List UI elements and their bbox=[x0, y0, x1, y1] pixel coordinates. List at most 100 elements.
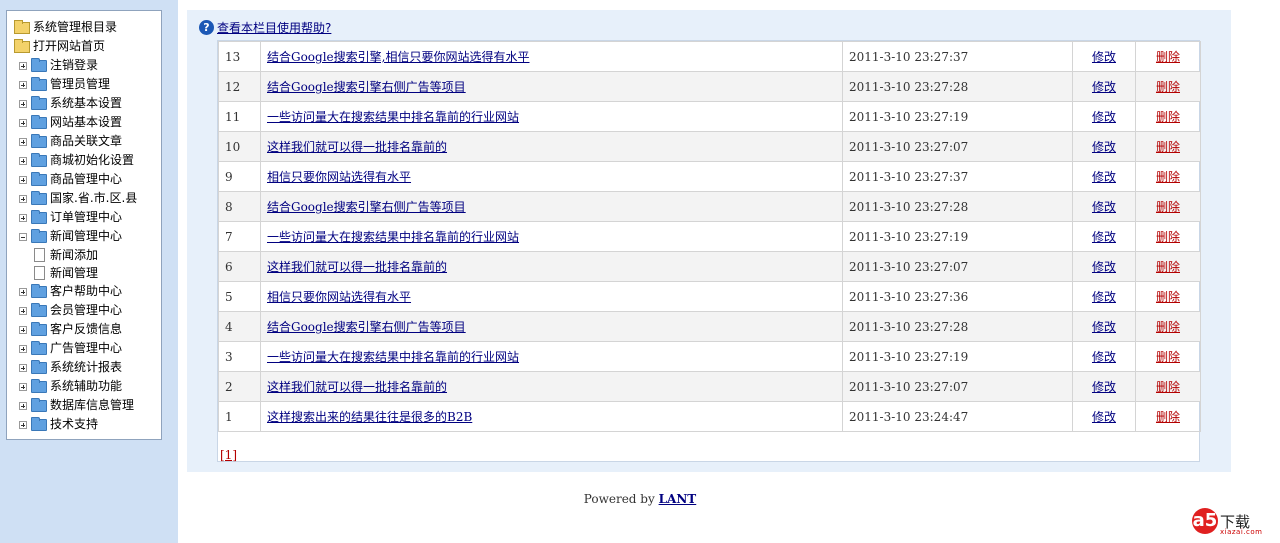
nav-tree: 系统管理根目录 打开网站首页 注销登录 管理员管理 系统基本设置 网站基本设置 商品关联… bbox=[6, 10, 162, 440]
news-title-link[interactable]: 这样搜索出来的结果往往是很多的B2B bbox=[267, 410, 472, 424]
expand-icon[interactable] bbox=[19, 363, 27, 372]
news-title-link[interactable]: 这样我们就可以得一批排名靠前的 bbox=[267, 260, 447, 274]
tree-root[interactable]: 系统管理根目录 bbox=[7, 18, 161, 37]
delete-cell: 删除 bbox=[1135, 311, 1201, 342]
edit-cell: 修改 bbox=[1072, 281, 1136, 312]
delete-cell: 删除 bbox=[1135, 371, 1201, 402]
collapse-icon[interactable] bbox=[19, 232, 27, 241]
expand-icon[interactable] bbox=[19, 420, 27, 429]
delete-link[interactable]: 删除 bbox=[1156, 260, 1180, 274]
news-title-link[interactable]: 一些访问量大在搜索结果中排名靠前的行业网站 bbox=[267, 230, 519, 244]
tree-item[interactable]: 技术支持 bbox=[7, 415, 161, 434]
news-title-link[interactable]: 结合Google搜索引擎右侧广告等项目 bbox=[267, 200, 466, 214]
edit-link[interactable]: 修改 bbox=[1092, 50, 1116, 64]
delete-link[interactable]: 删除 bbox=[1156, 140, 1180, 154]
tree-item[interactable]: 商城初始化设置 bbox=[7, 151, 161, 170]
tree-item[interactable]: 系统辅助功能 bbox=[7, 377, 161, 396]
edit-link[interactable]: 修改 bbox=[1092, 200, 1116, 214]
news-title-link[interactable]: 结合Google搜索引擎右侧广告等项目 bbox=[267, 80, 466, 94]
news-title-cell: 这样搜索出来的结果往往是很多的B2B bbox=[260, 401, 843, 432]
news-title-cell: 一些访问量大在搜索结果中排名靠前的行业网站 bbox=[260, 341, 843, 372]
news-title-link[interactable]: 这样我们就可以得一批排名靠前的 bbox=[267, 380, 447, 394]
expand-icon[interactable] bbox=[19, 213, 27, 222]
edit-link[interactable]: 修改 bbox=[1092, 320, 1116, 334]
edit-link[interactable]: 修改 bbox=[1092, 350, 1116, 364]
folder-icon bbox=[31, 171, 47, 186]
tree-item[interactable]: 会员管理中心 bbox=[7, 301, 161, 320]
news-time: 2011-3-10 23:27:28 bbox=[842, 191, 1073, 222]
content-area: ? 查看本栏目使用帮助? 13 结合Google搜索引擎,相信只要你网站选得有水平… bbox=[187, 10, 1231, 472]
news-title-link[interactable]: 相信只要你网站选得有水平 bbox=[267, 290, 411, 304]
delete-link[interactable]: 删除 bbox=[1156, 350, 1180, 364]
delete-link[interactable]: 删除 bbox=[1156, 320, 1180, 334]
tree-leaf[interactable]: 新闻添加 bbox=[7, 246, 161, 264]
tree-item[interactable]: 系统统计报表 bbox=[7, 358, 161, 377]
expand-icon[interactable] bbox=[19, 156, 27, 165]
edit-link[interactable]: 修改 bbox=[1092, 110, 1116, 124]
expand-icon[interactable] bbox=[19, 401, 27, 410]
expand-icon[interactable] bbox=[19, 344, 27, 353]
tree-item[interactable]: 新闻管理中心 bbox=[7, 227, 161, 246]
tree-item[interactable]: 管理员管理 bbox=[7, 75, 161, 94]
edit-link[interactable]: 修改 bbox=[1092, 140, 1116, 154]
expand-icon[interactable] bbox=[19, 118, 27, 127]
tree-item[interactable]: 网站基本设置 bbox=[7, 113, 161, 132]
table-row: 7 一些访问量大在搜索结果中排名靠前的行业网站 2011-3-10 23:27:19… bbox=[218, 221, 1201, 252]
expand-icon[interactable] bbox=[19, 175, 27, 184]
tree-item[interactable]: 国家.省.市.区.县 bbox=[7, 189, 161, 208]
expand-icon[interactable] bbox=[19, 194, 27, 203]
delete-link[interactable]: 删除 bbox=[1156, 290, 1180, 304]
delete-link[interactable]: 删除 bbox=[1156, 410, 1180, 424]
tree-item[interactable]: 注销登录 bbox=[7, 56, 161, 75]
edit-link[interactable]: 修改 bbox=[1092, 170, 1116, 184]
footer-link[interactable]: LANT bbox=[659, 492, 697, 506]
expand-icon[interactable] bbox=[19, 382, 27, 391]
page-link-current[interactable]: [1] bbox=[220, 448, 237, 462]
edit-link[interactable]: 修改 bbox=[1092, 290, 1116, 304]
delete-link[interactable]: 删除 bbox=[1156, 50, 1180, 64]
expand-icon[interactable] bbox=[19, 137, 27, 146]
folder-icon bbox=[31, 57, 47, 72]
delete-link[interactable]: 删除 bbox=[1156, 200, 1180, 214]
delete-link[interactable]: 删除 bbox=[1156, 110, 1180, 124]
tree-item[interactable]: 商品关联文章 bbox=[7, 132, 161, 151]
tree-item[interactable]: 广告管理中心 bbox=[7, 339, 161, 358]
expand-icon[interactable] bbox=[19, 306, 27, 315]
delete-link[interactable]: 删除 bbox=[1156, 80, 1180, 94]
tree-item[interactable]: 商品管理中心 bbox=[7, 170, 161, 189]
expand-icon[interactable] bbox=[19, 287, 27, 296]
delete-link[interactable]: 删除 bbox=[1156, 380, 1180, 394]
tree-item[interactable]: 订单管理中心 bbox=[7, 208, 161, 227]
news-title-link[interactable]: 一些访问量大在搜索结果中排名靠前的行业网站 bbox=[267, 350, 519, 364]
news-title-link[interactable]: 结合Google搜索引擎,相信只要你网站选得有水平 bbox=[267, 50, 529, 64]
table-row: 11 一些访问量大在搜索结果中排名靠前的行业网站 2011-3-10 23:27:1… bbox=[218, 101, 1201, 132]
table-row: 4 结合Google搜索引擎右侧广告等项目 2011-3-10 23:27:28 修改… bbox=[218, 311, 1201, 342]
tree-item[interactable]: 系统基本设置 bbox=[7, 94, 161, 113]
delete-link[interactable]: 删除 bbox=[1156, 230, 1180, 244]
delete-link[interactable]: 删除 bbox=[1156, 170, 1180, 184]
edit-cell: 修改 bbox=[1072, 221, 1136, 252]
edit-link[interactable]: 修改 bbox=[1092, 410, 1116, 424]
expand-icon[interactable] bbox=[19, 61, 27, 70]
edit-link[interactable]: 修改 bbox=[1092, 80, 1116, 94]
edit-link[interactable]: 修改 bbox=[1092, 260, 1116, 274]
edit-link[interactable]: 修改 bbox=[1092, 380, 1116, 394]
tree-item[interactable]: 数据库信息管理 bbox=[7, 396, 161, 415]
tree-item[interactable]: 客户帮助中心 bbox=[7, 282, 161, 301]
news-time: 2011-3-10 23:24:47 bbox=[842, 401, 1073, 432]
tree-item[interactable]: 客户反馈信息 bbox=[7, 320, 161, 339]
expand-icon[interactable] bbox=[19, 99, 27, 108]
tree-leaf[interactable]: 新闻管理 bbox=[7, 264, 161, 282]
help-link[interactable]: ? 查看本栏目使用帮助? bbox=[199, 19, 331, 36]
news-title-link[interactable]: 这样我们就可以得一批排名靠前的 bbox=[267, 140, 447, 154]
news-title-link[interactable]: 结合Google搜索引擎右侧广告等项目 bbox=[267, 320, 466, 334]
expand-icon[interactable] bbox=[19, 80, 27, 89]
edit-link[interactable]: 修改 bbox=[1092, 230, 1116, 244]
help-link-text[interactable]: 查看本栏目使用帮助? bbox=[217, 19, 331, 36]
folder-icon bbox=[31, 416, 47, 431]
tree-home-link[interactable]: 打开网站首页 bbox=[7, 37, 161, 56]
delete-cell: 删除 bbox=[1135, 221, 1201, 252]
news-title-link[interactable]: 相信只要你网站选得有水平 bbox=[267, 170, 411, 184]
expand-icon[interactable] bbox=[19, 325, 27, 334]
news-title-link[interactable]: 一些访问量大在搜索结果中排名靠前的行业网站 bbox=[267, 110, 519, 124]
